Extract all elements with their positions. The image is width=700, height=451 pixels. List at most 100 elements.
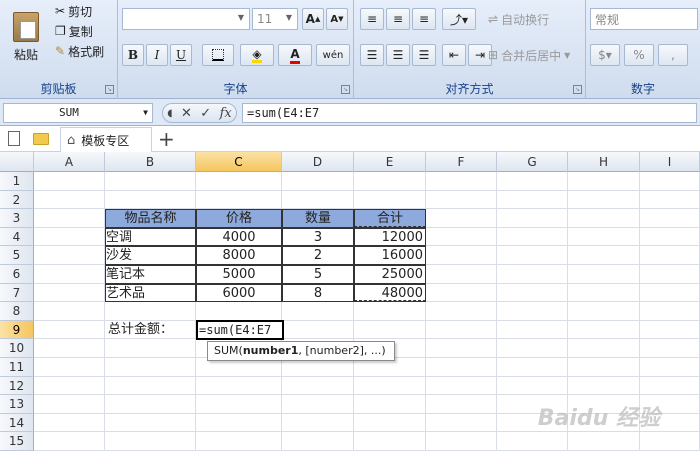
cell-C13[interactable]: [196, 395, 282, 414]
cell-F14[interactable]: [426, 413, 497, 433]
cell-C8[interactable]: [196, 302, 282, 321]
cell-H5[interactable]: [568, 246, 640, 265]
cell-F9[interactable]: [426, 320, 497, 340]
merge-center-button[interactable]: ⊞ 合并后居中 ▼: [484, 44, 574, 66]
row-header-13[interactable]: 13: [0, 395, 34, 414]
cell-G1[interactable]: [497, 172, 568, 191]
row-header-3[interactable]: 3: [0, 209, 34, 228]
cell-D13[interactable]: [282, 395, 354, 414]
cell-G11[interactable]: [497, 358, 568, 377]
cell-F15[interactable]: [426, 432, 497, 451]
underline-button[interactable]: U: [170, 44, 192, 66]
grow-font-button[interactable]: A ▲: [302, 8, 324, 30]
cell-H10[interactable]: [568, 339, 640, 358]
cell-A8[interactable]: [34, 302, 105, 321]
paste-button[interactable]: 粘贴: [6, 4, 46, 70]
cell-A4[interactable]: [34, 227, 105, 247]
cell-I1[interactable]: [640, 172, 700, 191]
column-header-D[interactable]: D: [282, 152, 354, 172]
cell-G3[interactable]: [497, 209, 568, 228]
cell-A10[interactable]: [34, 339, 105, 358]
cell-G8[interactable]: [497, 302, 568, 321]
cell-F5[interactable]: [426, 246, 497, 265]
percent-button[interactable]: %: [624, 44, 654, 66]
cell-F11[interactable]: [426, 358, 497, 377]
cell-B13[interactable]: [105, 395, 196, 414]
expand-icon[interactable]: ◖: [167, 108, 172, 119]
name-box[interactable]: SUM ▼: [3, 103, 153, 123]
table-cell[interactable]: 16000: [354, 246, 426, 265]
font-name-combo[interactable]: ▼: [122, 8, 250, 30]
cell-D9[interactable]: [282, 320, 354, 340]
cell-E1[interactable]: [354, 172, 426, 191]
cell-H11[interactable]: [568, 358, 640, 377]
cell-H9[interactable]: [568, 320, 640, 340]
comma-button[interactable]: ,: [658, 44, 688, 66]
cell-E2[interactable]: [354, 190, 426, 210]
cell-I6[interactable]: [640, 265, 700, 284]
table-cell[interactable]: 艺术品: [105, 283, 196, 303]
table-cell[interactable]: 5: [282, 265, 354, 284]
border-button[interactable]: [202, 44, 234, 66]
cell-C14[interactable]: [196, 413, 282, 433]
row-header-14[interactable]: 14: [0, 413, 34, 433]
align-top-button[interactable]: ≡: [360, 8, 384, 30]
cell-I8[interactable]: [640, 302, 700, 321]
cell-C15[interactable]: [196, 432, 282, 451]
cell-C1[interactable]: [196, 172, 282, 191]
cell-D1[interactable]: [282, 172, 354, 191]
cell-D12[interactable]: [282, 376, 354, 396]
column-header-I[interactable]: I: [640, 152, 700, 172]
cell-B1[interactable]: [105, 172, 196, 191]
cell-B8[interactable]: [105, 302, 196, 321]
bold-button[interactable]: B: [122, 44, 144, 66]
cell-E13[interactable]: [354, 395, 426, 414]
row-header-12[interactable]: 12: [0, 376, 34, 396]
column-header-F[interactable]: F: [426, 152, 497, 172]
cell-F13[interactable]: [426, 395, 497, 414]
cell-H1[interactable]: [568, 172, 640, 191]
cell-G15[interactable]: [497, 432, 568, 451]
row-header-1[interactable]: 1: [0, 172, 34, 191]
align-left-button[interactable]: ☰: [360, 44, 384, 66]
column-header-H[interactable]: H: [568, 152, 640, 172]
column-header-C[interactable]: C: [196, 152, 282, 172]
cell-F6[interactable]: [426, 265, 497, 284]
cell-G2[interactable]: [497, 190, 568, 210]
cell-D14[interactable]: [282, 413, 354, 433]
cell-H6[interactable]: [568, 265, 640, 284]
column-header-A[interactable]: A: [34, 152, 105, 172]
cell-F4[interactable]: [426, 227, 497, 247]
cell-H7[interactable]: [568, 283, 640, 303]
enter-icon[interactable]: ✓: [200, 106, 211, 121]
table-cell[interactable]: 12000: [354, 227, 426, 247]
align-center-button[interactable]: ☰: [386, 44, 410, 66]
align-middle-button[interactable]: ≡: [386, 8, 410, 30]
cell-I2[interactable]: [640, 190, 700, 210]
cell-A2[interactable]: [34, 190, 105, 210]
orientation-button[interactable]: ⤴▾: [442, 8, 476, 30]
cell-A9[interactable]: [34, 320, 105, 340]
cell-E12[interactable]: [354, 376, 426, 396]
cell-B12[interactable]: [105, 376, 196, 396]
cell-F2[interactable]: [426, 190, 497, 210]
column-header-G[interactable]: G: [497, 152, 568, 172]
cell-D8[interactable]: [282, 302, 354, 321]
table-header-cell[interactable]: 价格: [196, 209, 282, 228]
cell-C12[interactable]: [196, 376, 282, 396]
cell-G9[interactable]: [497, 320, 568, 340]
cell-F3[interactable]: [426, 209, 497, 228]
row-header-5[interactable]: 5: [0, 246, 34, 265]
row-header-6[interactable]: 6: [0, 265, 34, 284]
cell-B14[interactable]: [105, 413, 196, 433]
cell-G7[interactable]: [497, 283, 568, 303]
format-painter-button[interactable]: ✎ 格式刷: [52, 42, 107, 60]
cell-E14[interactable]: [354, 413, 426, 433]
row-header-10[interactable]: 10: [0, 339, 34, 358]
cell-D15[interactable]: [282, 432, 354, 451]
table-cell[interactable]: 空调: [105, 227, 196, 247]
cell-A11[interactable]: [34, 358, 105, 377]
cell-I11[interactable]: [640, 358, 700, 377]
table-cell[interactable]: 3: [282, 227, 354, 247]
table-cell[interactable]: 8000: [196, 246, 282, 265]
